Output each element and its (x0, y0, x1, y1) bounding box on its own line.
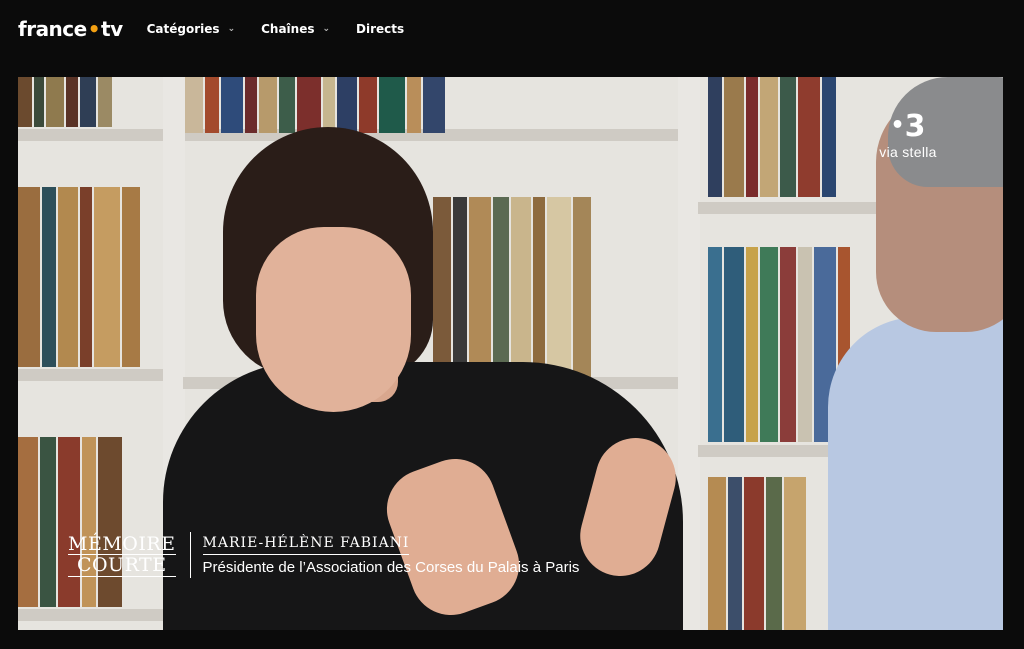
show-title: MÉMOIRE COURTE (68, 532, 176, 577)
channel-number: •3 (890, 109, 926, 144)
guest-info: MARIE-HÉLÈNE FABIANI Présidente de l’Ass… (202, 534, 580, 576)
caption-separator (189, 532, 191, 578)
nav-categories-label: Catégories (146, 22, 220, 36)
nav-categories[interactable]: Catégories ⌄ (147, 22, 235, 36)
logo-text-tv: tv (101, 17, 123, 41)
logo-text-france: france (18, 17, 87, 41)
channel-name: via stella (879, 144, 937, 160)
logo-dot-icon: • (87, 17, 101, 41)
lower-third-caption: MÉMOIRE COURTE MARIE-HÉLÈNE FABIANI Prés… (68, 532, 579, 578)
nav-directs-label: Directs (356, 22, 405, 36)
guest-name: MARIE-HÉLÈNE FABIANI (202, 535, 410, 555)
chevron-down-icon: ⌄ (227, 24, 236, 34)
top-navigation-bar: france • tv Catégories ⌄ Chaînes ⌄ Directs (0, 0, 1024, 58)
nav-directs[interactable]: Directs (356, 22, 404, 36)
channel-logo: •3 via stella (868, 109, 948, 161)
video-player[interactable]: •3 via stella MÉMOIRE COURTE MARIE-HÉLÈN… (18, 77, 1003, 630)
france-tv-logo[interactable]: france • tv (18, 17, 123, 41)
guest-role: Présidente de l’Association des Corses d… (202, 559, 580, 576)
chevron-down-icon: ⌄ (322, 24, 331, 34)
nav-chaines[interactable]: Chaînes ⌄ (261, 22, 330, 36)
nav-chaines-label: Chaînes (261, 22, 315, 36)
